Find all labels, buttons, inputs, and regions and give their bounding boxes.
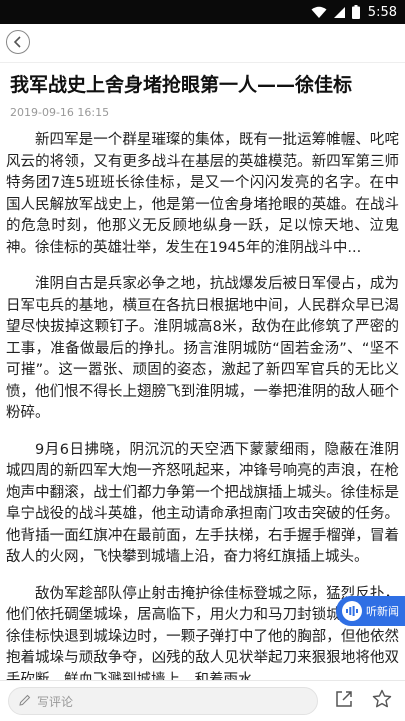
article-paragraph: 淮阴自古是兵家必争之地，抗战爆发后被日军侵占，成为日军屯兵的基地，横亘在各抗日根…	[6, 276, 399, 421]
chevron-left-icon	[13, 33, 23, 52]
article-paragraph: 新四军是一个群星璀璨的集体，既有一批运筹帷幄、叱咤风云的将领，又有更多战斗在基层…	[6, 132, 399, 256]
share-icon	[334, 689, 354, 713]
article-date: 2019-09-16 16:15	[10, 106, 110, 119]
audio-wave-icon	[342, 601, 362, 621]
battery-icon	[351, 5, 360, 19]
comment-placeholder: 写评论	[37, 694, 74, 709]
pencil-icon	[19, 694, 37, 709]
article-title: 我军战史上舍身堵抢眼第一人——徐佳标	[10, 74, 353, 96]
status-icons	[311, 5, 360, 19]
article-paragraph: 9月6日拂晓，阴沉沉的天空洒下蒙蒙细雨，隐蔽在淮阴城四周的新四军大炮一齐怒吼起来…	[6, 441, 399, 566]
app-bar	[0, 24, 405, 63]
status-bar: 5:58	[0, 0, 405, 24]
share-button[interactable]	[330, 687, 358, 715]
status-time: 5:58	[367, 4, 397, 20]
listen-news-label: 听新闻	[366, 605, 399, 618]
star-icon	[372, 689, 392, 713]
listen-news-button[interactable]: 听新闻	[336, 596, 405, 626]
wifi-icon	[311, 6, 327, 19]
signal-icon	[333, 6, 346, 19]
bottom-bar: 写评论	[0, 680, 405, 721]
back-button[interactable]	[6, 30, 30, 54]
favorite-button[interactable]	[368, 687, 396, 715]
comment-input[interactable]: 写评论	[8, 687, 318, 715]
